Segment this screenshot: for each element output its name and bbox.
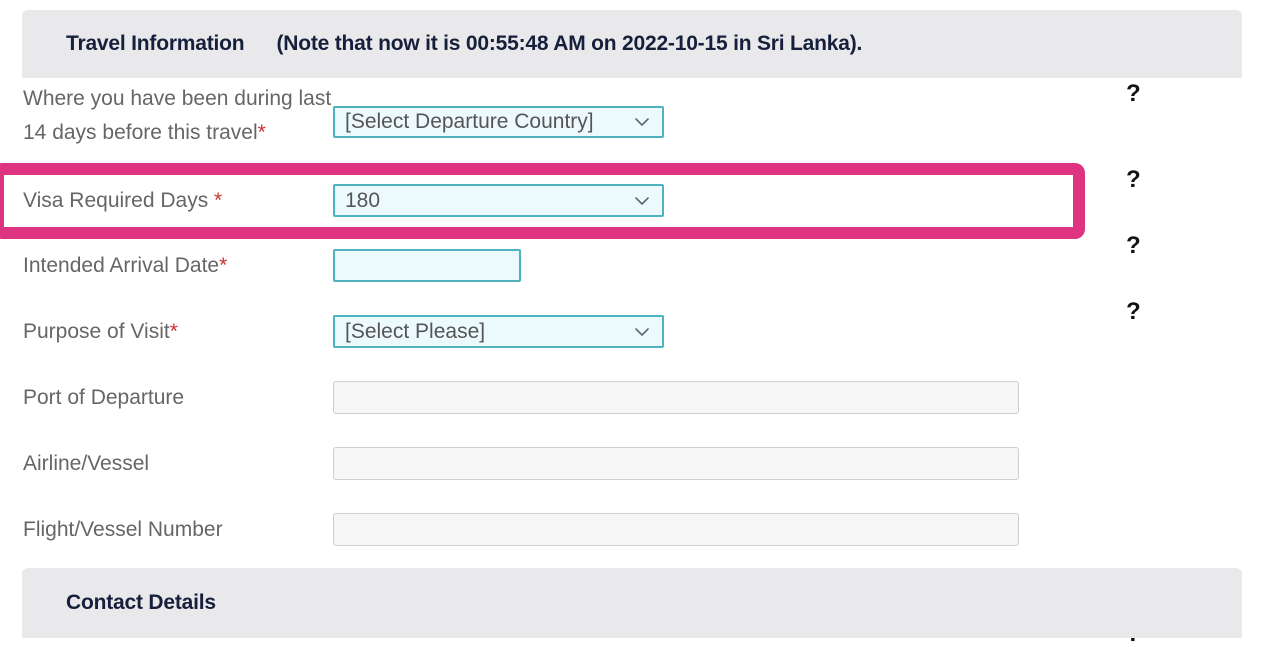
section-header-contact-details: Contact Details	[22, 568, 1242, 638]
select-purpose-of-visit[interactable]: [Select Please]	[333, 315, 664, 348]
label-departure-country: Where you have been during last 14 days …	[23, 82, 333, 150]
input-flight-vessel-number[interactable]	[333, 513, 1019, 546]
input-port-of-departure[interactable]	[333, 381, 1019, 414]
help-icon-visa-required-days[interactable]: ?	[1126, 168, 1141, 192]
travel-information-form-page: Travel Information (Note that now it is …	[0, 0, 1280, 646]
select-visa-required-days-value: 180	[345, 188, 381, 212]
label-departure-country-text: Where you have been during last 14 days …	[23, 87, 332, 144]
input-intended-arrival-date[interactable]	[333, 249, 521, 282]
required-asterisk: *	[257, 121, 266, 144]
label-airline-vessel-text: Airline/Vessel	[23, 452, 150, 475]
label-intended-arrival-date: Intended Arrival Date*	[23, 249, 323, 283]
chevron-down-icon	[632, 322, 652, 342]
required-asterisk: *	[214, 189, 223, 212]
label-airline-vessel: Airline/Vessel	[23, 447, 323, 481]
label-visa-required-days-text: Visa Required Days	[23, 189, 215, 212]
label-flight-vessel-number: Flight/Vessel Number	[23, 513, 323, 547]
label-port-of-departure-text: Port of Departure	[23, 386, 185, 409]
help-icon-purpose-of-visit[interactable]: ?	[1126, 300, 1141, 324]
section-title-travel-information: Travel Information	[66, 32, 245, 55]
select-departure-country[interactable]: [Select Departure Country]	[333, 106, 664, 138]
section-note-server-time: (Note that now it is 00:55:48 AM on 2022…	[276, 32, 863, 55]
label-flight-vessel-number-text: Flight/Vessel Number	[23, 518, 223, 541]
chevron-down-icon	[632, 191, 652, 211]
label-intended-arrival-date-text: Intended Arrival Date	[23, 254, 220, 277]
help-icon-departure-country[interactable]: ?	[1126, 82, 1141, 106]
select-purpose-of-visit-value: [Select Please]	[345, 319, 486, 343]
required-asterisk: *	[169, 320, 178, 343]
help-icon-intended-arrival-date[interactable]: ?	[1126, 234, 1141, 258]
required-asterisk: *	[219, 254, 228, 277]
select-departure-country-value: [Select Departure Country]	[345, 110, 594, 133]
label-port-of-departure: Port of Departure	[23, 381, 323, 415]
section-title-contact-details: Contact Details	[66, 591, 216, 614]
section-header-travel-information: Travel Information (Note that now it is …	[22, 10, 1242, 78]
label-visa-required-days: Visa Required Days *	[23, 184, 323, 218]
label-purpose-of-visit-text: Purpose of Visit	[23, 320, 170, 343]
select-visa-required-days[interactable]: 180	[333, 184, 664, 217]
label-purpose-of-visit: Purpose of Visit*	[23, 315, 323, 349]
input-airline-vessel[interactable]	[333, 447, 1019, 480]
chevron-down-icon	[632, 112, 652, 132]
